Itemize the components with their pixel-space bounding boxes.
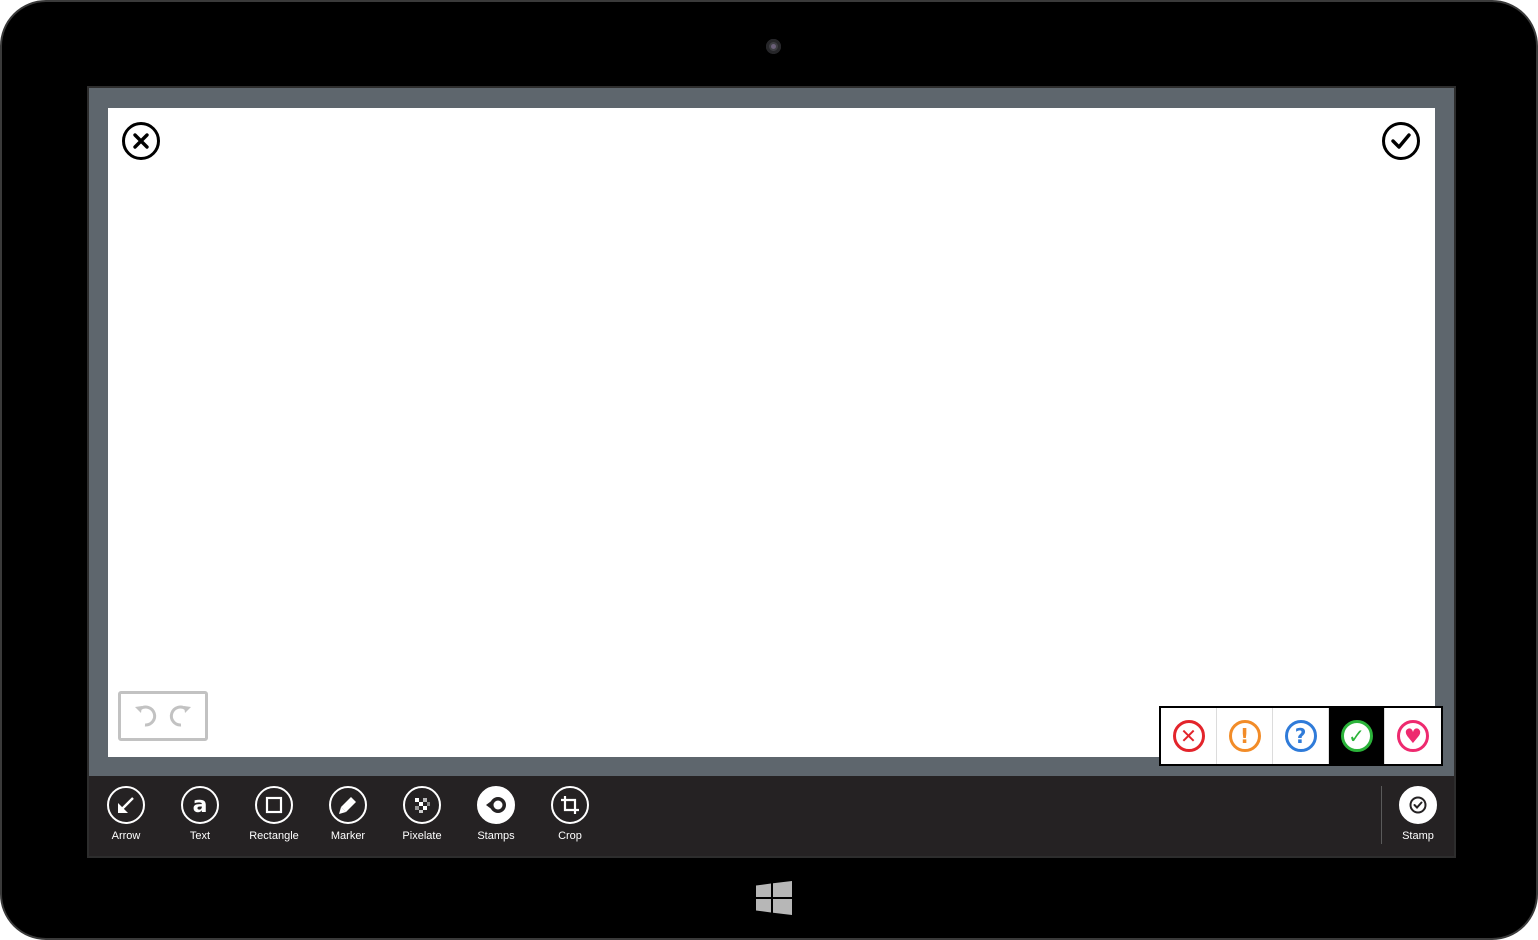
warning-stamp-icon: ! (1228, 720, 1261, 752)
accept-button[interactable] (1382, 122, 1420, 160)
tool-label: Text (189, 830, 211, 842)
tool-crop[interactable]: Crop (533, 786, 607, 848)
tool-label: Rectangle (249, 830, 299, 842)
arrow-icon (118, 797, 134, 813)
stamp-picker: ✕ ! ? ✓ ♥ (1159, 706, 1443, 766)
tool-label: Stamps (477, 830, 515, 842)
drawing-canvas[interactable] (108, 108, 1435, 757)
stamp-option-check[interactable]: ✓ (1329, 708, 1385, 764)
tool-label: Crop (558, 830, 582, 842)
windows-logo-icon[interactable] (756, 881, 792, 915)
checkmark-icon (1391, 133, 1411, 149)
undo-icon (135, 705, 157, 727)
stamp-button[interactable]: Stamp (1381, 786, 1455, 848)
undo-redo-group (118, 691, 208, 741)
stamps-icon (486, 797, 506, 813)
check-stamp-option-icon: ✓ (1340, 720, 1373, 752)
stamp-option-question[interactable]: ? (1273, 708, 1329, 764)
error-stamp-icon: ✕ (1172, 720, 1205, 752)
stamp-label: Stamp (1402, 830, 1434, 842)
check-stamp-icon (1409, 796, 1427, 814)
tool-rectangle[interactable]: Rectangle (237, 786, 311, 848)
stamp-option-heart[interactable]: ♥ (1385, 708, 1441, 764)
stamp-option-warning[interactable]: ! (1217, 708, 1273, 764)
redo-button[interactable] (166, 702, 194, 730)
crop-icon (561, 796, 579, 814)
close-icon (133, 133, 149, 149)
question-stamp-icon: ? (1284, 720, 1317, 752)
camera (766, 39, 781, 54)
device-bezel: Arrow a Text Rectangle Marker Pixelate S… (0, 0, 1538, 940)
pixelate-icon (415, 798, 430, 813)
tool-label: Marker (330, 830, 366, 842)
svg-text:a: a (193, 793, 208, 817)
rectangle-icon (265, 796, 283, 814)
heart-stamp-icon: ♥ (1397, 720, 1429, 752)
tool-arrow[interactable]: Arrow (89, 786, 163, 848)
tool-marker[interactable]: Marker (311, 786, 385, 848)
marker-icon (339, 797, 356, 814)
text-a-icon: a (193, 793, 208, 817)
tool-stamps[interactable]: Stamps (459, 786, 533, 848)
redo-icon (169, 705, 191, 727)
discard-button[interactable] (122, 122, 160, 160)
app-bar: Arrow a Text Rectangle Marker Pixelate S… (89, 776, 1454, 856)
stamp-option-error[interactable]: ✕ (1161, 708, 1217, 764)
undo-button[interactable] (132, 702, 160, 730)
tool-label: Pixelate (402, 830, 442, 842)
tool-label: Arrow (111, 830, 141, 842)
tool-text[interactable]: a Text (163, 786, 237, 848)
tool-pixelate[interactable]: Pixelate (385, 786, 459, 848)
